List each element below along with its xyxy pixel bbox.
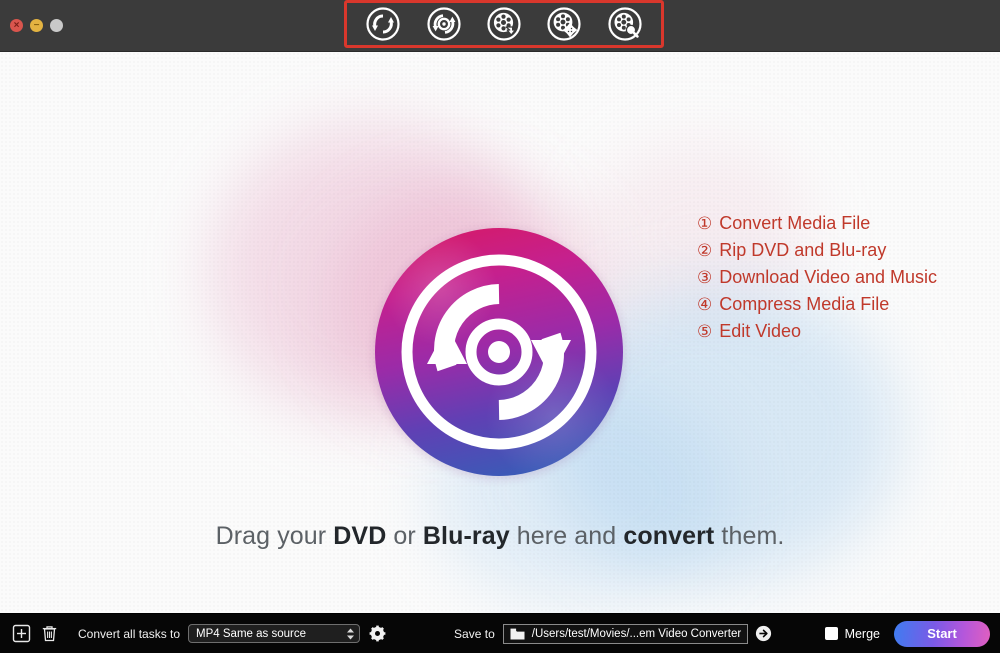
annotation-number-5: ⑤: [697, 322, 713, 342]
save-to-label: Save to: [454, 626, 495, 641]
chevron-updown-icon: [346, 627, 355, 640]
save-path-value: /Users/test/Movies/...em Video Converter: [531, 627, 742, 640]
format-select[interactable]: MP4 Same as source: [188, 624, 361, 643]
annotation-item: ⑤ Edit Video: [697, 318, 937, 345]
annotation-legend: ① Convert Media File ② Rip DVD and Blu-r…: [697, 210, 937, 345]
compress-reel-icon: [547, 7, 581, 41]
rip-disc-icon: [426, 7, 461, 41]
add-task-button[interactable]: [10, 623, 32, 645]
bottom-toolbar: Convert all tasks to MP4 Same as source: [0, 613, 1000, 653]
annotation-label-3: Download Video and Music: [719, 267, 938, 287]
convert-arrows-icon: [401, 254, 597, 450]
save-path-field[interactable]: /Users/test/Movies/...em Video Converter: [502, 623, 749, 644]
minimize-icon: −: [33, 19, 40, 31]
start-button[interactable]: Start: [894, 620, 990, 647]
merge-toggle[interactable]: Merge: [824, 626, 880, 641]
window-controls: × −: [10, 19, 63, 32]
delete-task-icon: [42, 626, 56, 642]
toolbar-button-convert-media[interactable]: [363, 4, 403, 44]
open-folder-button[interactable]: [755, 625, 772, 642]
titlebar: × −: [0, 0, 1000, 52]
annotation-item: ② Rip DVD and Blu-ray: [697, 237, 937, 264]
close-icon: ×: [13, 19, 20, 31]
annotation-label-5: Edit Video: [719, 321, 801, 341]
edit-reel-icon: [608, 7, 642, 41]
maximize-window-button[interactable]: [50, 19, 63, 32]
toolbar-highlight-region: [344, 0, 664, 48]
delete-task-button[interactable]: [38, 623, 60, 645]
annotation-number-3: ③: [697, 268, 713, 288]
drag-hint-text: Drag your DVD or Blu-ray here and conver…: [0, 522, 1000, 551]
annotation-label-4: Compress Media File: [719, 294, 890, 314]
toolbar-button-download-video[interactable]: [484, 4, 524, 44]
annotation-number-1: ①: [697, 214, 713, 234]
convert-all-label: Convert all tasks to: [78, 626, 181, 641]
annotation-number-2: ②: [697, 241, 713, 261]
drag-hint-part2: or: [386, 522, 423, 550]
toolbar-button-edit-video[interactable]: [605, 4, 645, 44]
close-window-button[interactable]: ×: [10, 19, 23, 32]
settings-button[interactable]: [369, 625, 386, 642]
annotation-item: ③ Download Video and Music: [697, 264, 937, 291]
annotation-item: ① Convert Media File: [697, 210, 937, 237]
toolbar-button-compress-media[interactable]: [544, 4, 584, 44]
logo-gradient-circle: [375, 228, 623, 476]
drop-area[interactable]: Drag your DVD or Blu-ray here and conver…: [0, 52, 1000, 613]
annotation-number-4: ④: [697, 295, 713, 315]
toolbar-button-rip-disc[interactable]: [424, 4, 464, 44]
annotation-label-2: Rip DVD and Blu-ray: [719, 240, 887, 260]
drag-hint-part4: them.: [714, 522, 785, 550]
drag-hint-dvd: DVD: [333, 522, 387, 550]
format-select-value: MP4 Same as source: [196, 627, 306, 640]
app-logo: [375, 228, 623, 476]
merge-checkbox[interactable]: [824, 627, 838, 640]
gear-icon: [369, 625, 386, 642]
annotation-label-1: Convert Media File: [719, 213, 871, 233]
app-window: × − Drag your DVD or Blu-ray here and co…: [0, 0, 1000, 653]
convert-media-icon: [366, 7, 400, 41]
drag-hint-part3: here and: [509, 522, 624, 550]
arrow-right-icon: [756, 625, 772, 642]
drag-hint-part1: Drag your: [215, 522, 334, 550]
merge-label: Merge: [844, 626, 880, 641]
add-task-icon: [12, 624, 30, 643]
download-reel-icon: [487, 7, 521, 41]
drag-hint-convert: convert: [623, 522, 715, 550]
annotation-item: ④ Compress Media File: [697, 291, 937, 318]
folder-icon: [510, 628, 525, 639]
drag-hint-bluray: Blu-ray: [422, 522, 510, 550]
minimize-window-button[interactable]: −: [30, 19, 43, 32]
